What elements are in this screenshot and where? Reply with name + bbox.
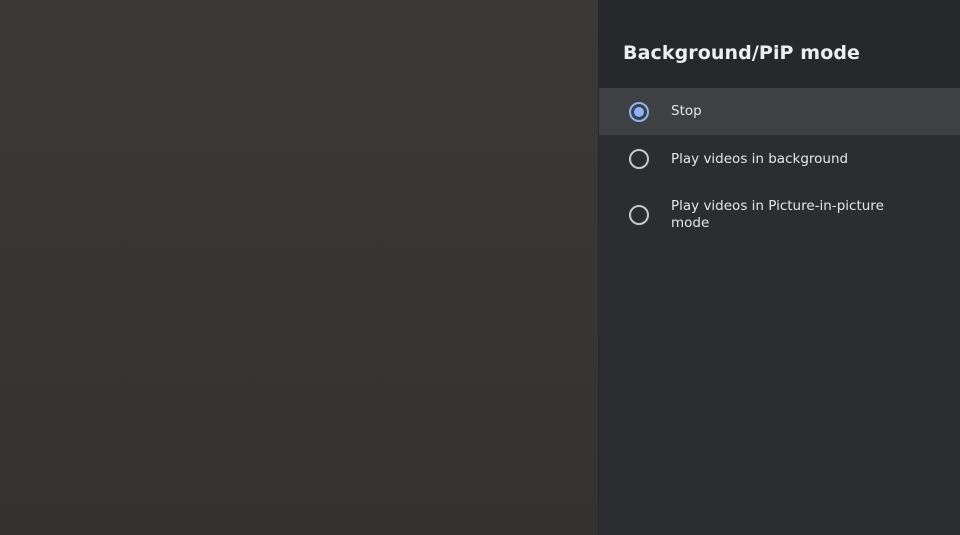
settings-side-panel: Background/PiP mode Stop Play videos in … (599, 0, 960, 535)
option-label: Stop (671, 103, 702, 119)
option-label: Play videos in Picture-in-picture mode (671, 198, 884, 231)
dimmed-video-backdrop (0, 0, 599, 535)
radio-unchecked-icon (629, 205, 649, 225)
radio-checked-icon (629, 101, 649, 122)
panel-title: Background/PiP mode (623, 42, 861, 64)
option-label: Play videos in background (671, 150, 849, 167)
tv-screen: Background/PiP mode Stop Play videos in … (0, 0, 960, 535)
panel-header: Background/PiP mode (599, 0, 960, 88)
option-play-in-pip[interactable]: Play videos in Picture-in-picture mode (599, 183, 960, 247)
option-list: Stop Play videos in background Play vide… (599, 88, 960, 247)
radio-unchecked-icon (629, 149, 649, 169)
option-stop[interactable]: Stop (599, 88, 960, 135)
option-play-in-background[interactable]: Play videos in background (599, 135, 960, 183)
